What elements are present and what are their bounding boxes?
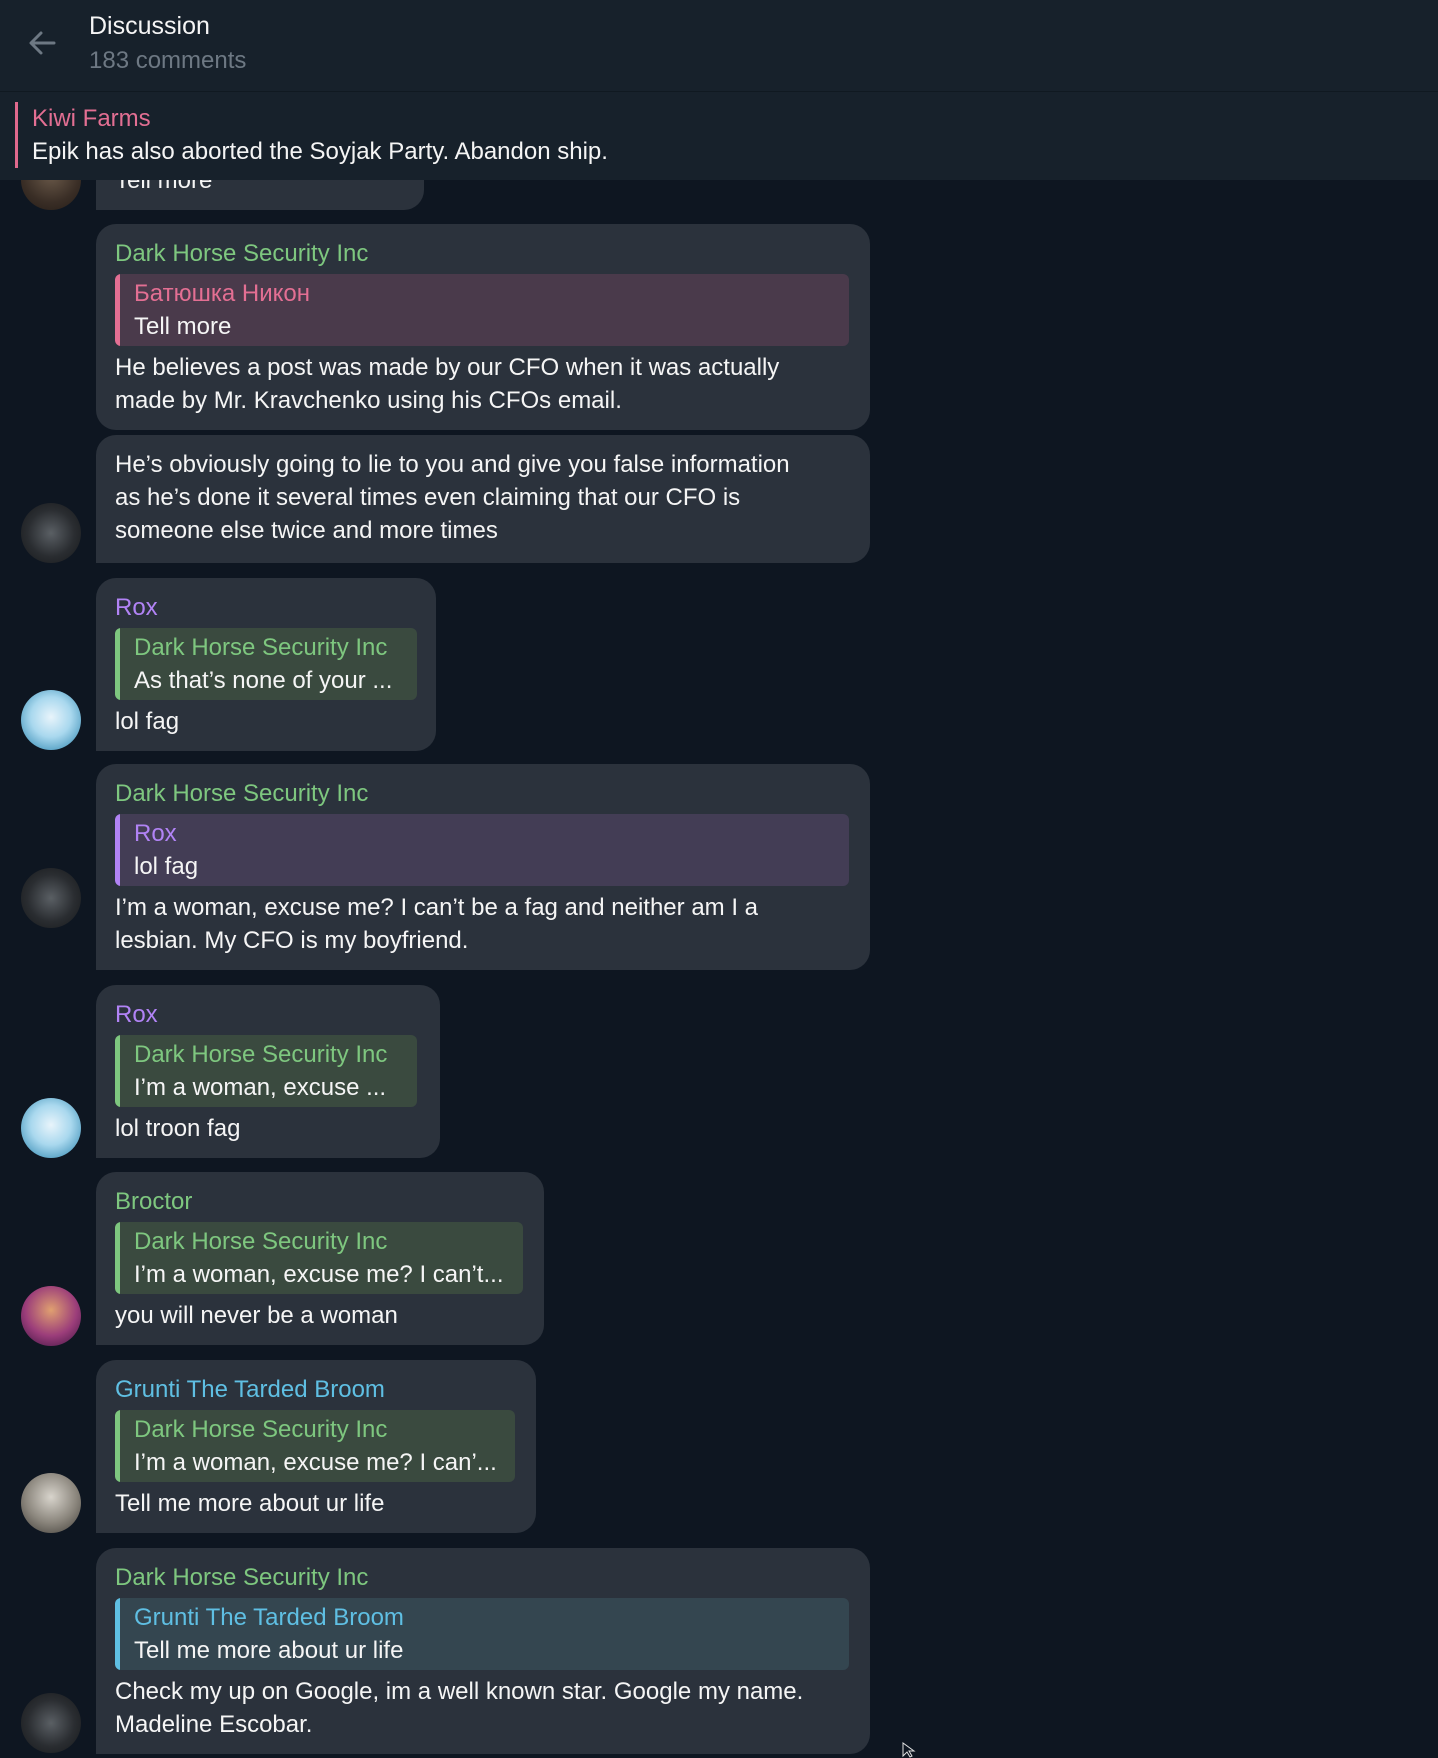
message-bubble[interactable]: Rox Dark Horse Security Inc I’m a woman,… <box>96 985 440 1158</box>
avatar-broctor[interactable] <box>21 1286 81 1346</box>
pinned-text: Epik has also aborted the Soyjak Party. … <box>32 138 608 165</box>
reply-quote[interactable]: Dark Horse Security Inc As that’s none o… <box>115 628 417 700</box>
avatar-rox[interactable] <box>21 1098 81 1158</box>
message-text: you will never be a woman <box>115 1302 398 1329</box>
sender-name[interactable]: Rox <box>115 998 421 1031</box>
sender-name[interactable]: Broctor <box>115 1185 525 1218</box>
message-bubble[interactable]: Broctor Dark Horse Security Inc I’m a wo… <box>96 1172 544 1345</box>
message-bubble[interactable]: Dark Horse Security Inc Grunti The Tarde… <box>96 1548 870 1754</box>
quote-sender-name: Dark Horse Security Inc <box>134 634 388 661</box>
quote-sender-name: Dark Horse Security Inc <box>134 1228 388 1255</box>
message-bubble-partial[interactable]: Tell more <box>96 180 424 210</box>
page-title: Discussion <box>89 12 210 40</box>
sender-name[interactable]: Dark Horse Security Inc <box>115 1561 851 1594</box>
sender-name[interactable]: Dark Horse Security Inc <box>115 777 851 810</box>
avatar-nikon[interactable] <box>21 180 81 210</box>
message-bubble[interactable]: Rox Dark Horse Security Inc As that’s no… <box>96 578 436 751</box>
sender-name[interactable]: Grunti The Tarded Broom <box>115 1373 517 1406</box>
quote-text: I’m a woman, excuse ... <box>134 1074 387 1101</box>
quote-text: As that’s none of your ... <box>134 667 393 694</box>
reply-quote[interactable]: Dark Horse Security Inc I’m a woman, exc… <box>115 1035 417 1107</box>
reply-quote[interactable]: Grunti The Tarded Broom Tell me more abo… <box>115 1598 849 1670</box>
quote-text: I’m a woman, excuse me? I can’t... <box>134 1261 504 1288</box>
sender-name[interactable]: Dark Horse Security Inc <box>115 237 851 270</box>
arrow-left-icon <box>29 31 56 55</box>
reply-quote[interactable]: Dark Horse Security Inc I’m a woman, exc… <box>115 1222 523 1294</box>
discussion-window: Tell more Dark Horse Security Inc Батюшк… <box>0 0 1438 1758</box>
top-bar: Discussion 183 comments <box>0 0 1438 92</box>
reply-quote[interactable]: Rox lol fag <box>115 814 849 886</box>
back-button[interactable] <box>22 22 64 64</box>
quote-sender-name: Dark Horse Security Inc <box>134 1041 388 1068</box>
quote-text: lol fag <box>134 853 199 880</box>
message-bubble[interactable]: Dark Horse Security Inc Rox lol fag I’m … <box>96 764 870 970</box>
message-text: Check my up on Google, im a well known s… <box>115 1678 804 1738</box>
message-text: He believes a post was made by our CFO w… <box>115 354 780 414</box>
quote-text: I’m a woman, excuse me? I can’... <box>134 1449 497 1476</box>
comment-count: 183 comments <box>89 47 247 74</box>
message-text: lol fag <box>115 708 180 735</box>
message-text: I’m a woman, excuse me? I can’t be a fag… <box>115 894 759 954</box>
message-feed[interactable]: Tell more Dark Horse Security Inc Батюшк… <box>0 180 1438 1758</box>
message-bubble[interactable]: Dark Horse Security Inc Батюшка Никон Te… <box>96 224 870 430</box>
quote-sender-name: Dark Horse Security Inc <box>134 1416 388 1443</box>
message-text: Tell me more about ur life <box>115 1490 385 1517</box>
quote-sender-name: Батюшка Никон <box>134 280 310 307</box>
cursor-icon <box>902 1742 916 1758</box>
reply-quote[interactable]: Батюшка Никон Tell more <box>115 274 849 346</box>
quote-sender-name: Rox <box>134 820 177 847</box>
quote-text: Tell me more about ur life <box>134 1637 404 1664</box>
avatar-dark-horse[interactable] <box>21 503 81 563</box>
pinned-sender-name: Kiwi Farms <box>32 105 151 132</box>
quote-sender-name: Grunti The Tarded Broom <box>134 1604 404 1631</box>
message-text: lol troon fag <box>115 1115 241 1142</box>
pinned-message[interactable]: Kiwi Farms Epik has also aborted the Soy… <box>0 92 1438 180</box>
avatar-grunti[interactable] <box>21 1473 81 1533</box>
sender-name[interactable]: Rox <box>115 591 417 624</box>
avatar-dark-horse[interactable] <box>21 1693 81 1753</box>
avatar-rox[interactable] <box>21 690 81 750</box>
quote-text: Tell more <box>134 313 232 340</box>
avatar-dark-horse[interactable] <box>21 868 81 928</box>
message-text: He’s obviously going to lie to you and g… <box>115 451 790 544</box>
reply-quote[interactable]: Dark Horse Security Inc I’m a woman, exc… <box>115 1410 515 1482</box>
message-text: Tell more <box>115 180 213 194</box>
message-bubble[interactable]: Grunti The Tarded Broom Dark Horse Secur… <box>96 1360 536 1533</box>
pinned-accent-bar <box>15 102 18 168</box>
message-bubble[interactable]: He’s obviously going to lie to you and g… <box>96 435 870 563</box>
